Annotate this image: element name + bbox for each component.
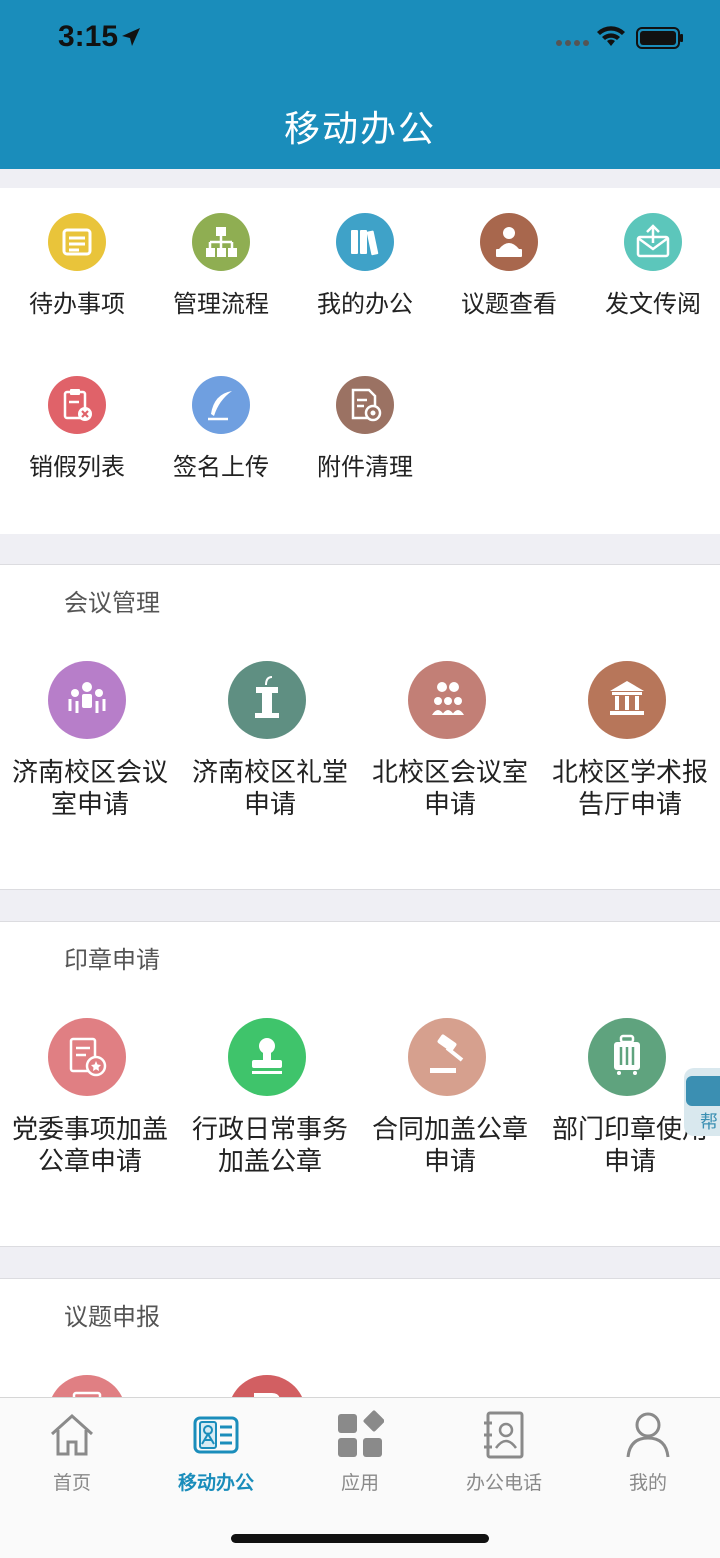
- item-label: 济南校区礼堂申请: [191, 758, 348, 820]
- mail-upload-icon: [624, 213, 682, 271]
- people-group-icon: [408, 661, 486, 739]
- tab-label: 办公电话: [465, 1472, 542, 1494]
- quick-item-my-office[interactable]: 我的办公: [293, 188, 437, 318]
- quick-item-label: 我的办公: [317, 290, 413, 318]
- meeting-north-room[interactable]: 北校区会议室申请: [360, 661, 540, 841]
- quick-item-label: 销假列表: [29, 453, 125, 481]
- home-indicator: [231, 1534, 489, 1543]
- quick-item-topics[interactable]: 议题查看: [437, 188, 581, 318]
- seal-admin-daily[interactable]: 行政日常事务加盖公章: [180, 1018, 360, 1198]
- books-icon: [336, 213, 394, 271]
- item-label: 北校区会议室申请: [371, 758, 528, 820]
- quick-item-label: 管理流程: [173, 290, 269, 318]
- person-icon: [626, 1412, 670, 1458]
- quick-item-label: 附件清理: [317, 453, 413, 481]
- todo-icon: [48, 213, 106, 271]
- tab-label: 移动办公: [177, 1472, 254, 1494]
- gavel-icon: [408, 1018, 486, 1096]
- tab-label: 我的: [628, 1472, 667, 1494]
- section-title: 议题申报: [64, 1303, 160, 1331]
- home-icon: [50, 1413, 94, 1456]
- section-title: 印章申请: [64, 946, 160, 974]
- page-title: 移动办公: [283, 109, 436, 150]
- contact-card-icon: [193, 1416, 239, 1454]
- address-book-icon: [484, 1411, 524, 1459]
- quick-item-todo[interactable]: 待办事项: [5, 188, 149, 318]
- tab-mine[interactable]: 我的: [576, 1410, 720, 1500]
- quick-item-circulate[interactable]: 发文传阅: [581, 188, 720, 318]
- help-label: 帮: [700, 1112, 718, 1133]
- quick-item-label: 签名上传: [173, 453, 269, 481]
- tab-apps[interactable]: 应用: [288, 1410, 432, 1500]
- item-label: 行政日常事务加盖公章: [191, 1115, 348, 1177]
- meeting-jinan-auditorium[interactable]: 济南校区礼堂申请: [180, 661, 360, 841]
- luggage-icon: [588, 1018, 666, 1096]
- tab-office-phone[interactable]: 办公电话: [432, 1410, 576, 1500]
- item-label: 合同加盖公章申请: [371, 1115, 528, 1177]
- quick-item-leave-cancel[interactable]: 销假列表: [5, 351, 149, 481]
- quick-item-label: 发文传阅: [605, 290, 701, 318]
- tab-home[interactable]: 首页: [0, 1410, 144, 1500]
- item-label: 济南校区会议室申请: [11, 758, 168, 820]
- status-time: 3:15: [58, 20, 119, 53]
- location-arrow-icon: [122, 28, 140, 46]
- cellular-signal-icon: [556, 40, 589, 46]
- tab-label: 首页: [52, 1472, 91, 1494]
- tab-mobile-office[interactable]: 移动办公: [144, 1410, 288, 1500]
- battery-icon: [636, 27, 683, 49]
- flowchart-icon: [192, 213, 250, 271]
- quick-item-label: 议题查看: [461, 290, 557, 318]
- section-title: 会议管理: [64, 589, 160, 617]
- seal-party-affairs[interactable]: 党委事项加盖公章申请: [0, 1018, 180, 1198]
- clipboard-cancel-icon: [48, 376, 106, 434]
- quick-item-attachment-clean[interactable]: 附件清理: [293, 351, 437, 481]
- section-meeting: 会议管理 济南校区会议室申请 济南校区礼堂申请 北校区会议室申请 北校区学术报告…: [0, 564, 720, 890]
- speaker-icon: [480, 213, 538, 271]
- seal-document-icon: [48, 1018, 126, 1096]
- app-header: 3:15 移动办公: [0, 0, 720, 169]
- feather-icon: [192, 376, 250, 434]
- tab-label: 应用: [340, 1472, 379, 1494]
- briefcase-icon: [686, 1076, 720, 1106]
- seal-contract[interactable]: 合同加盖公章申请: [360, 1018, 540, 1198]
- hall-building-icon: [588, 661, 666, 739]
- quick-access-grid: 待办事项 管理流程 我的办公 议题查看 发文传阅 销假列表 签名上传 附件清理: [0, 188, 720, 534]
- meeting-north-lecture-hall[interactable]: 北校区学术报告厅申请: [540, 661, 720, 841]
- apps-grid-icon: [338, 1410, 384, 1457]
- help-floating-button[interactable]: 帮: [684, 1068, 720, 1136]
- wifi-icon: [597, 26, 625, 46]
- section-seal: 印章申请 党委事项加盖公章申请 行政日常事务加盖公章 合同加盖公章申请 部门印章…: [0, 921, 720, 1247]
- meeting-jinan-room[interactable]: 济南校区会议室申请: [0, 661, 180, 841]
- podium-icon: [228, 661, 306, 739]
- meeting-room-icon: [48, 661, 126, 739]
- item-label: 北校区学术报告厅申请: [551, 758, 708, 820]
- quick-item-label: 待办事项: [29, 290, 125, 318]
- item-label: 党委事项加盖公章申请: [11, 1115, 168, 1177]
- quick-item-signature[interactable]: 签名上传: [149, 351, 293, 481]
- document-gear-icon: [336, 376, 394, 434]
- quick-item-flow[interactable]: 管理流程: [149, 188, 293, 318]
- stamp-icon: [228, 1018, 306, 1096]
